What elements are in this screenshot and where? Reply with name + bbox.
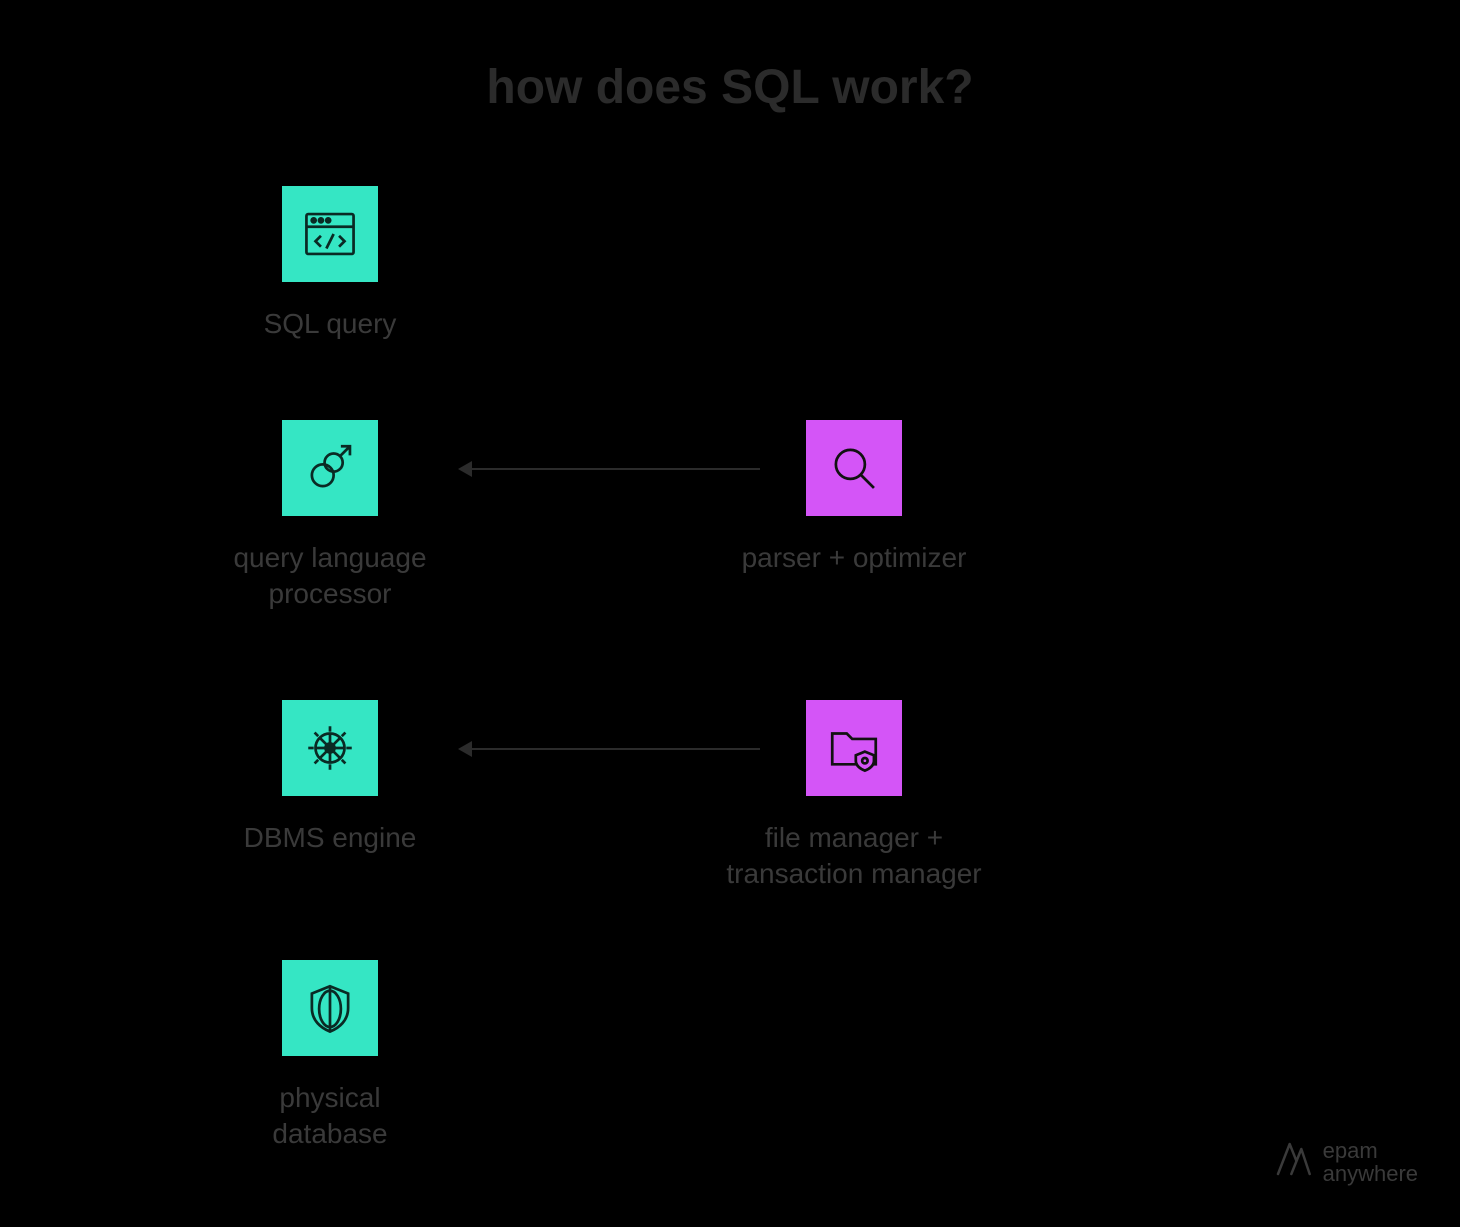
- label-dbms: DBMS engine: [216, 820, 444, 856]
- brand-line1: epam: [1323, 1139, 1418, 1162]
- diagram-title: how does SQL work?: [0, 60, 1460, 115]
- arrow-filemgr-to-dbms: [460, 748, 760, 750]
- tile-dbms: [282, 700, 378, 796]
- node-file-transaction-manager: file manager + transaction manager: [694, 700, 1014, 893]
- brand-text: epam anywhere: [1323, 1139, 1418, 1185]
- node-sql-query: SQL query: [230, 186, 430, 342]
- node-dbms-engine: DBMS engine: [216, 700, 444, 856]
- gear-wheel-icon: [301, 719, 359, 777]
- brand-mark-icon: [1273, 1139, 1313, 1184]
- label-parser: parser + optimizer: [724, 540, 984, 576]
- arrow-parser-to-qlp: [460, 468, 760, 470]
- brand-line2: anywhere: [1323, 1162, 1418, 1185]
- magnifier-icon: [825, 439, 883, 497]
- node-query-language-processor: query language processor: [194, 420, 466, 613]
- tile-qlp: [282, 420, 378, 516]
- brand-logo: epam anywhere: [1273, 1139, 1418, 1185]
- label-filemgr: file manager + transaction manager: [694, 820, 1014, 893]
- label-sql-query: SQL query: [230, 306, 430, 342]
- gender-symbols-icon: [301, 439, 359, 497]
- tile-physical-db: [282, 960, 378, 1056]
- node-physical-database: physical database: [230, 960, 430, 1153]
- label-qlp: query language processor: [194, 540, 466, 613]
- tile-parser: [806, 420, 902, 516]
- folder-shield-icon: [825, 719, 883, 777]
- tile-filemgr: [806, 700, 902, 796]
- tile-sql-query: [282, 186, 378, 282]
- node-parser-optimizer: parser + optimizer: [724, 420, 984, 576]
- shield-icon: [301, 979, 359, 1037]
- code-window-icon: [301, 205, 359, 263]
- label-physical-db: physical database: [230, 1080, 430, 1153]
